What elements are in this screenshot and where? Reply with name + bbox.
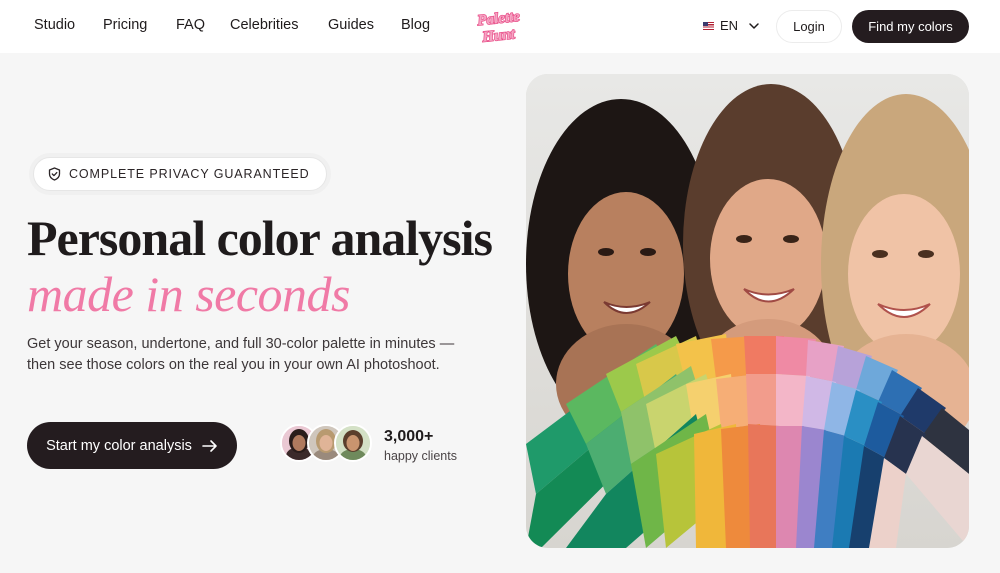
find-my-colors-button[interactable]: Find my colors bbox=[852, 10, 969, 43]
nav-link-studio[interactable]: Studio bbox=[34, 17, 75, 33]
nav-link-faq[interactable]: FAQ bbox=[176, 17, 205, 33]
clients-label: happy clients bbox=[384, 449, 457, 463]
nav-link-pricing[interactable]: Pricing bbox=[103, 17, 147, 33]
login-button[interactable]: Login bbox=[776, 10, 842, 43]
palette-hunt-logo[interactable]: Palette Hunt bbox=[465, 8, 533, 46]
chevron-down-icon bbox=[749, 22, 759, 29]
privacy-badge: COMPLETE PRIVACY GUARANTEED bbox=[33, 157, 327, 191]
clients-count: 3,000+ bbox=[384, 428, 434, 445]
start-button-label: Start my color analysis bbox=[46, 437, 192, 454]
nav-link-guides[interactable]: Guides bbox=[328, 17, 374, 33]
language-selector[interactable]: EN bbox=[703, 18, 760, 33]
svg-text:Hunt: Hunt bbox=[481, 26, 517, 44]
shield-check-icon bbox=[48, 167, 61, 181]
us-flag-icon bbox=[703, 21, 714, 30]
privacy-badge-label: COMPLETE PRIVACY GUARANTEED bbox=[69, 167, 310, 181]
logo-wordmark: Palette Hunt bbox=[476, 8, 522, 46]
hero-subtitle: Get your season, undertone, and full 30-… bbox=[27, 336, 455, 373]
language-label: EN bbox=[720, 18, 739, 33]
nav-link-celebrities[interactable]: Celebrities bbox=[230, 17, 299, 33]
hero-headline: Personal color analysis bbox=[27, 210, 493, 266]
top-nav: Studio Pricing FAQ Celebrities Guides Bl… bbox=[0, 0, 1000, 53]
hero-illustration bbox=[526, 74, 969, 548]
client-avatars bbox=[280, 424, 375, 466]
start-color-analysis-button[interactable]: Start my color analysis bbox=[27, 422, 237, 469]
nav-link-blog[interactable]: Blog bbox=[401, 17, 430, 33]
svg-text:Palette: Palette bbox=[477, 9, 521, 29]
arrow-right-icon bbox=[202, 439, 217, 452]
hero-photo bbox=[526, 74, 969, 548]
avatar bbox=[334, 424, 372, 462]
hero-headline-accent: made in seconds bbox=[27, 266, 351, 322]
